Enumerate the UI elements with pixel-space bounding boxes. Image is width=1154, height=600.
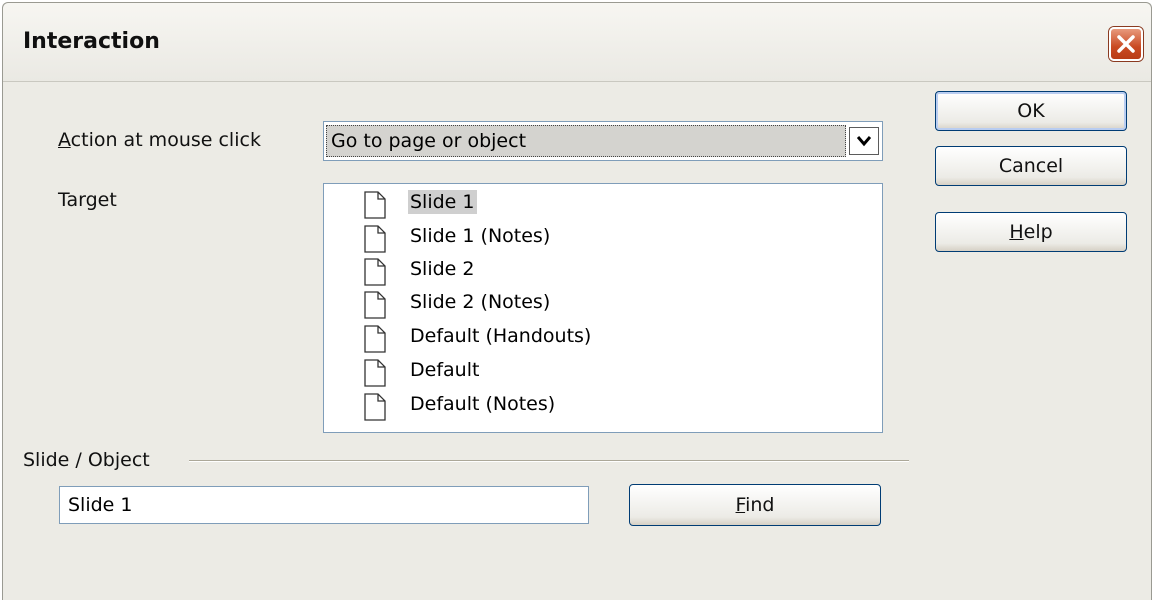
page-icon	[364, 291, 386, 319]
chevron-down-icon	[857, 136, 871, 147]
list-item-label: Slide 1	[408, 190, 477, 214]
target-list[interactable]: Slide 1 Slide 1 (Notes) Slide 2 Slide 2 …	[323, 183, 883, 433]
cancel-button[interactable]: Cancel	[935, 146, 1127, 186]
slide-object-field[interactable]: Slide 1	[59, 486, 589, 524]
find-button[interactable]: Find	[629, 484, 881, 526]
list-item-label: Default	[410, 359, 480, 381]
page-icon	[364, 258, 386, 286]
group-separator	[189, 460, 909, 462]
help-button[interactable]: Help	[935, 212, 1127, 252]
page-icon	[364, 325, 386, 353]
target-label: Target	[58, 189, 117, 211]
dialog-title: Interaction	[23, 29, 160, 54]
page-icon	[364, 393, 386, 421]
list-item-label: Slide 1 (Notes)	[410, 225, 551, 247]
page-icon	[364, 359, 386, 387]
list-item-label: Slide 2 (Notes)	[410, 291, 551, 313]
title-bar: Interaction	[3, 3, 1151, 82]
close-button[interactable]	[1109, 27, 1143, 61]
action-dropdown[interactable]: Go to page or object	[323, 121, 883, 161]
page-icon	[364, 191, 386, 219]
list-item-label: Slide 2	[410, 258, 475, 280]
page-icon	[364, 225, 386, 253]
list-item-label: Default (Notes)	[410, 393, 556, 415]
dropdown-button[interactable]	[849, 127, 879, 155]
action-label: Action at mouse click	[58, 129, 261, 151]
interaction-dialog: Interaction Action at mouse click Go to …	[2, 2, 1152, 600]
ok-button[interactable]: OK	[935, 91, 1127, 131]
close-icon	[1117, 35, 1135, 53]
slide-object-group-label: Slide / Object	[23, 449, 150, 471]
action-selected-value: Go to page or object	[326, 125, 846, 157]
list-item-label: Default (Handouts)	[410, 325, 592, 347]
